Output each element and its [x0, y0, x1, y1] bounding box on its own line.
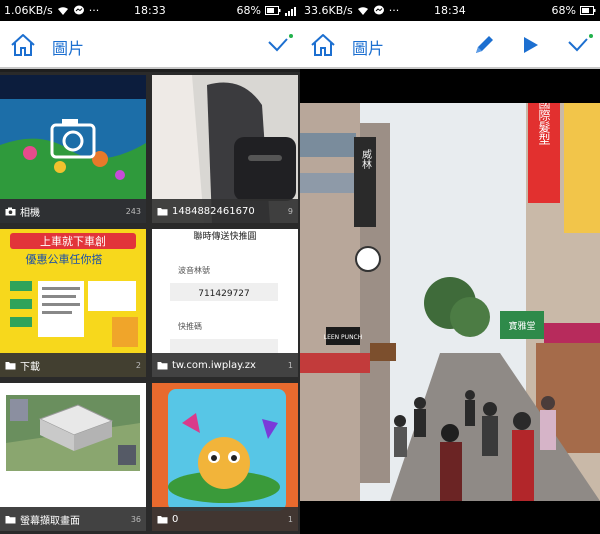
- sign-text: LEEN PUNCH: [324, 334, 363, 341]
- signal-icon: [285, 6, 296, 16]
- album-count: 243: [125, 206, 141, 216]
- app-bar: 圖片: [0, 21, 300, 69]
- play-slideshow-icon[interactable]: [520, 35, 540, 55]
- album-tile[interactable]: 螢幕擷取畫面 36: [0, 383, 146, 531]
- album-name: 0: [172, 513, 179, 525]
- album-name: 螢幕擷取畫面: [20, 515, 80, 527]
- more-notifications-icon: ···: [88, 4, 100, 17]
- album-name: tw.com.iwplay.zx: [172, 359, 256, 371]
- messenger-icon: [73, 5, 84, 15]
- street-photo[interactable]: 威林 LEEN PUNCH 國際髮型 寶雅堂: [300, 103, 600, 501]
- album-count: 1: [287, 360, 293, 370]
- gallery-albums-screen: 1.06KB/s ··· 18:33 68% 圖片 相機 243 1484882…: [0, 0, 300, 534]
- promo-title: 上車就下車創: [40, 234, 106, 248]
- album-name: 下載: [20, 361, 40, 373]
- album-caption: 相機 243: [0, 199, 146, 223]
- select-check-icon[interactable]: [266, 33, 294, 57]
- promo-subtitle: 優惠公車任你搭: [26, 252, 103, 266]
- battery-icon: [580, 6, 596, 15]
- folder-icon: [157, 515, 168, 523]
- status-bar: 1.06KB/s ··· 18:33 68%: [0, 0, 300, 21]
- sign-text: 威林: [360, 148, 372, 170]
- wifi-icon: [357, 7, 368, 15]
- sign-text: 國際髮型: [537, 103, 551, 145]
- wifi-icon: [57, 7, 68, 15]
- folder-icon: [5, 515, 16, 523]
- photo-viewer-screen: 33.6KB/s ··· 18:34 68% 圖片 威林 LEEN PUNCH: [300, 0, 600, 534]
- page-title: 圖片: [52, 39, 85, 58]
- network-speed: 1.06KB/s: [4, 4, 53, 17]
- clock: 18:33: [134, 4, 166, 17]
- album-tile[interactable]: 1484882461670 9: [152, 75, 298, 223]
- sign-text: 寶雅堂: [508, 320, 535, 332]
- network-speed: 33.6KB/s: [304, 4, 353, 17]
- album-count: 36: [130, 514, 141, 524]
- album-grid: 相機 243 1484882461670 9 上車就下車創 優惠公車任你搭 下載…: [0, 72, 300, 534]
- status-bar: 33.6KB/s ··· 18:34 68%: [300, 0, 600, 21]
- screenshot-title: 聯時傳送快推圓: [193, 230, 256, 242]
- clock: 18:34: [434, 4, 466, 17]
- album-tile[interactable]: 0 1: [152, 383, 298, 531]
- album-caption: 0 1: [152, 507, 298, 531]
- more-notifications-icon: ···: [388, 4, 400, 17]
- album-caption: 下載 2: [0, 353, 146, 377]
- album-name: 1484882461670: [172, 205, 255, 217]
- page-title: 圖片: [352, 39, 385, 58]
- folder-icon: [5, 361, 16, 369]
- folder-icon: [157, 361, 168, 369]
- album-caption: tw.com.iwplay.zx 1: [152, 353, 298, 377]
- home-icon[interactable]: [309, 31, 337, 59]
- album-count: 1: [287, 514, 293, 524]
- home-icon[interactable]: [9, 31, 37, 59]
- album-tile[interactable]: 聯時傳送快推圓 波音林號 711429727 快推碼 tw.com.iwplay…: [152, 229, 298, 377]
- album-tile[interactable]: 相機 243: [0, 75, 146, 223]
- app-bar: 圖片: [300, 21, 600, 69]
- field-value: 711429727: [198, 289, 250, 299]
- album-caption: 螢幕擷取畫面 36: [0, 507, 146, 531]
- battery-percent: 68%: [236, 4, 261, 17]
- battery-icon: [265, 6, 281, 15]
- album-count: 9: [287, 206, 293, 216]
- camera-icon: [5, 207, 16, 215]
- field-label: 快推碼: [178, 321, 202, 331]
- album-caption: 1484882461670 9: [152, 199, 298, 223]
- field-label: 波音林號: [178, 265, 210, 275]
- messenger-icon: [373, 5, 384, 15]
- battery-percent: 68%: [551, 4, 576, 17]
- album-count: 2: [135, 360, 141, 370]
- edit-pen-icon[interactable]: [472, 33, 496, 57]
- select-check-icon[interactable]: [566, 33, 594, 57]
- album-name: 相機: [20, 207, 40, 219]
- album-tile[interactable]: 上車就下車創 優惠公車任你搭 下載 2: [0, 229, 146, 377]
- folder-icon: [157, 207, 168, 215]
